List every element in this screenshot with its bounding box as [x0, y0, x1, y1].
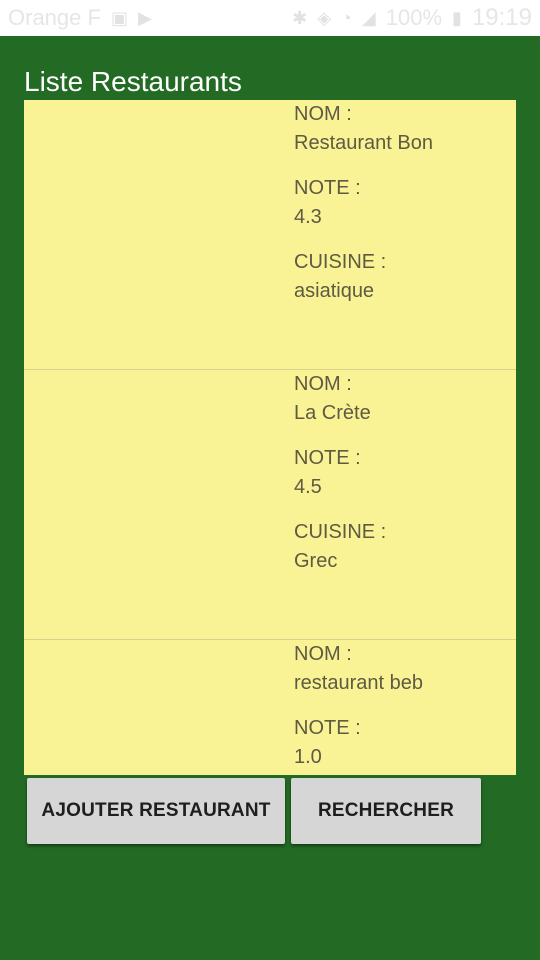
- restaurant-rating: 1.0: [294, 746, 322, 768]
- list-item[interactable]: NOM : restaurant beb NOTE : 1.0: [24, 640, 516, 775]
- battery-percent: 100%: [385, 5, 443, 30]
- note-label: NOTE :: [294, 717, 361, 739]
- note-label: NOTE :: [294, 447, 361, 469]
- restaurant-rating: 4.5: [294, 476, 322, 498]
- add-restaurant-button[interactable]: AJOUTER RESTAURANT: [27, 778, 285, 844]
- alarm-icon: ◔: [341, 7, 352, 28]
- vibrate-icon: ◈: [317, 7, 332, 28]
- clock: 19:19: [471, 4, 532, 31]
- nom-label: NOM :: [294, 103, 352, 125]
- restaurant-name: La Crète: [294, 402, 371, 424]
- status-bar: Orange F ▣ ▶ ✱ ◈ ◔ ◢ 100% ▮ 19:19: [0, 0, 540, 36]
- bluetooth-icon: ✱: [292, 7, 308, 28]
- list-item[interactable]: NOM : Restaurant Bon NOTE : 4.3 CUISINE …: [24, 100, 516, 370]
- play-icon: ▶: [137, 7, 152, 28]
- restaurant-rating: 4.3: [294, 206, 322, 228]
- nom-label: NOM :: [294, 373, 352, 395]
- battery-icon: ▮: [452, 7, 462, 28]
- restaurant-list[interactable]: NOM : Restaurant Bon NOTE : 4.3 CUISINE …: [24, 100, 516, 775]
- search-button[interactable]: RECHERCHER: [291, 778, 481, 844]
- action-bar: AJOUTER RESTAURANT RECHERCHER: [27, 778, 481, 844]
- signal-icon: ◢: [361, 7, 376, 28]
- note-label: NOTE :: [294, 177, 361, 199]
- carrier-label: Orange F: [8, 5, 101, 30]
- nom-label: NOM :: [294, 643, 352, 665]
- notification-icon: ▣: [110, 7, 128, 28]
- cuisine-label: CUISINE :: [294, 521, 387, 543]
- page-title: Liste Restaurants: [24, 66, 242, 97]
- restaurant-name: Restaurant Bon: [294, 132, 433, 154]
- restaurant-cuisine: Grec: [294, 550, 338, 572]
- cuisine-label: CUISINE :: [294, 251, 387, 273]
- restaurant-cuisine: asiatique: [294, 280, 375, 302]
- restaurant-name: restaurant beb: [294, 672, 423, 694]
- list-item[interactable]: NOM : La Crète NOTE : 4.5 CUISINE : Grec: [24, 370, 516, 640]
